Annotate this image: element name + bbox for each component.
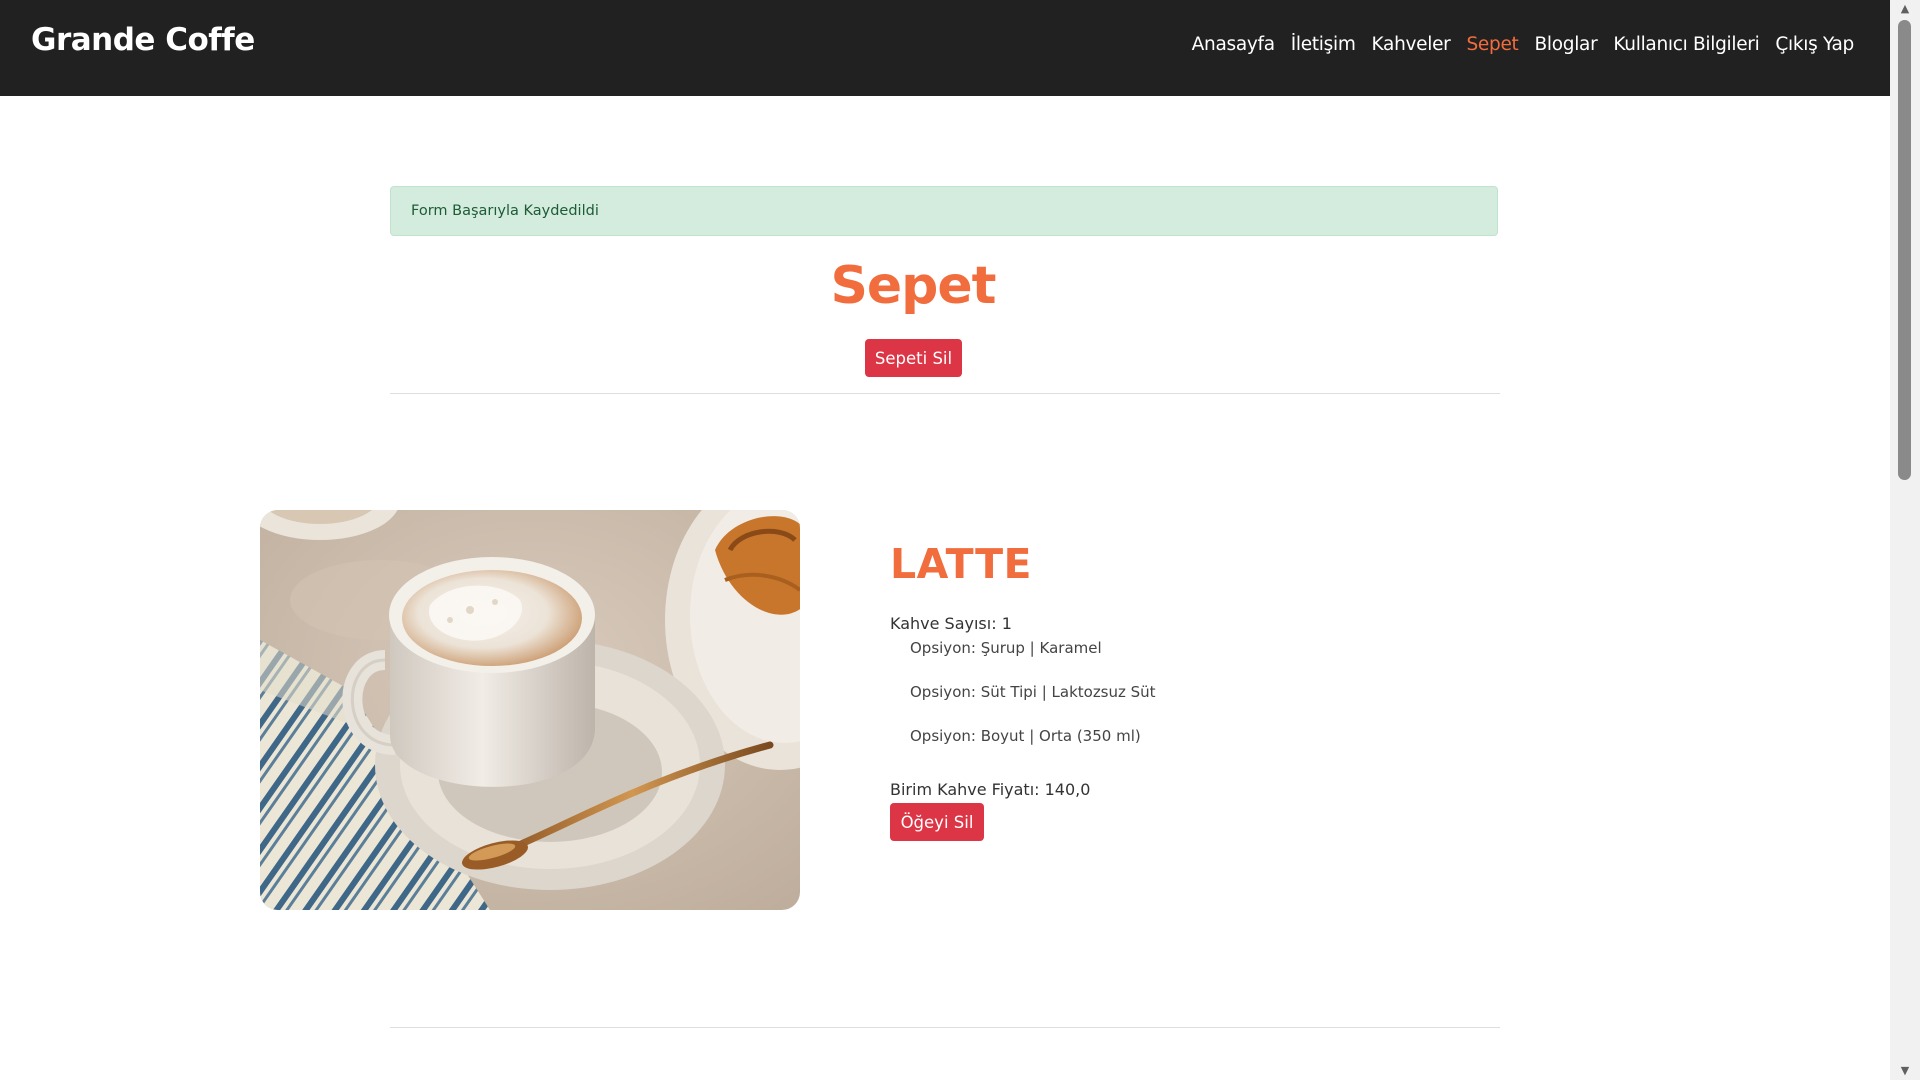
nav-item-home: Anasayfa xyxy=(1192,34,1275,55)
section-divider xyxy=(390,393,1500,394)
clear-cart-button[interactable]: Sepeti Sil xyxy=(865,339,962,377)
nav-link-cart[interactable]: Sepet xyxy=(1466,34,1518,55)
item-quantity: Kahve Sayısı: 1 xyxy=(890,614,1012,633)
nav-item-contact: İletişim xyxy=(1291,34,1356,55)
remove-item-button[interactable]: Öğeyi Sil xyxy=(890,803,984,841)
nav-item-cart: Sepet xyxy=(1466,34,1518,55)
item-option: Opsiyon: Şurup | Karamel xyxy=(910,639,1102,657)
nav-link-coffees[interactable]: Kahveler xyxy=(1372,34,1451,55)
nav-item-user-info: Kullanıcı Bilgileri xyxy=(1613,34,1759,55)
nav-link-logout[interactable]: Çıkış Yap xyxy=(1775,34,1854,55)
item-unit-price: Birim Kahve Fiyatı: 140,0 xyxy=(890,780,1091,799)
latte-photo xyxy=(260,510,800,910)
item-option: Opsiyon: Süt Tipi | Laktozsuz Süt xyxy=(910,683,1156,701)
page-scrollbar[interactable]: ▲ ▼ xyxy=(1890,0,1920,1080)
page-title: Sepet xyxy=(830,256,996,316)
success-alert: Form Başarıyla Kaydedildi xyxy=(390,186,1498,236)
section-divider xyxy=(390,1027,1500,1028)
page: Grande Coffe Anasayfa İletişim Kahveler … xyxy=(0,0,1920,1080)
scroll-up-arrow-icon[interactable]: ▲ xyxy=(1890,0,1920,18)
nav-item-blogs: Bloglar xyxy=(1535,34,1598,55)
nav-link-home[interactable]: Anasayfa xyxy=(1192,34,1275,55)
item-name: LATTE xyxy=(890,540,1033,588)
scroll-down-arrow-icon[interactable]: ▼ xyxy=(1890,1062,1920,1080)
item-option: Opsiyon: Boyut | Orta (350 ml) xyxy=(910,727,1141,745)
brand-logo[interactable]: Grande Coffe xyxy=(31,22,255,58)
nav-link-contact[interactable]: İletişim xyxy=(1291,34,1356,55)
navbar: Grande Coffe Anasayfa İletişim Kahveler … xyxy=(0,0,1890,96)
nav-link-user-info[interactable]: Kullanıcı Bilgileri xyxy=(1613,34,1759,55)
nav-item-coffees: Kahveler xyxy=(1372,34,1451,55)
nav-item-logout: Çıkış Yap xyxy=(1775,34,1854,55)
main-nav: Anasayfa İletişim Kahveler Sepet Bloglar… xyxy=(1192,34,1855,55)
scrollbar-thumb[interactable] xyxy=(1898,20,1911,480)
nav-link-blogs[interactable]: Bloglar xyxy=(1535,34,1598,55)
